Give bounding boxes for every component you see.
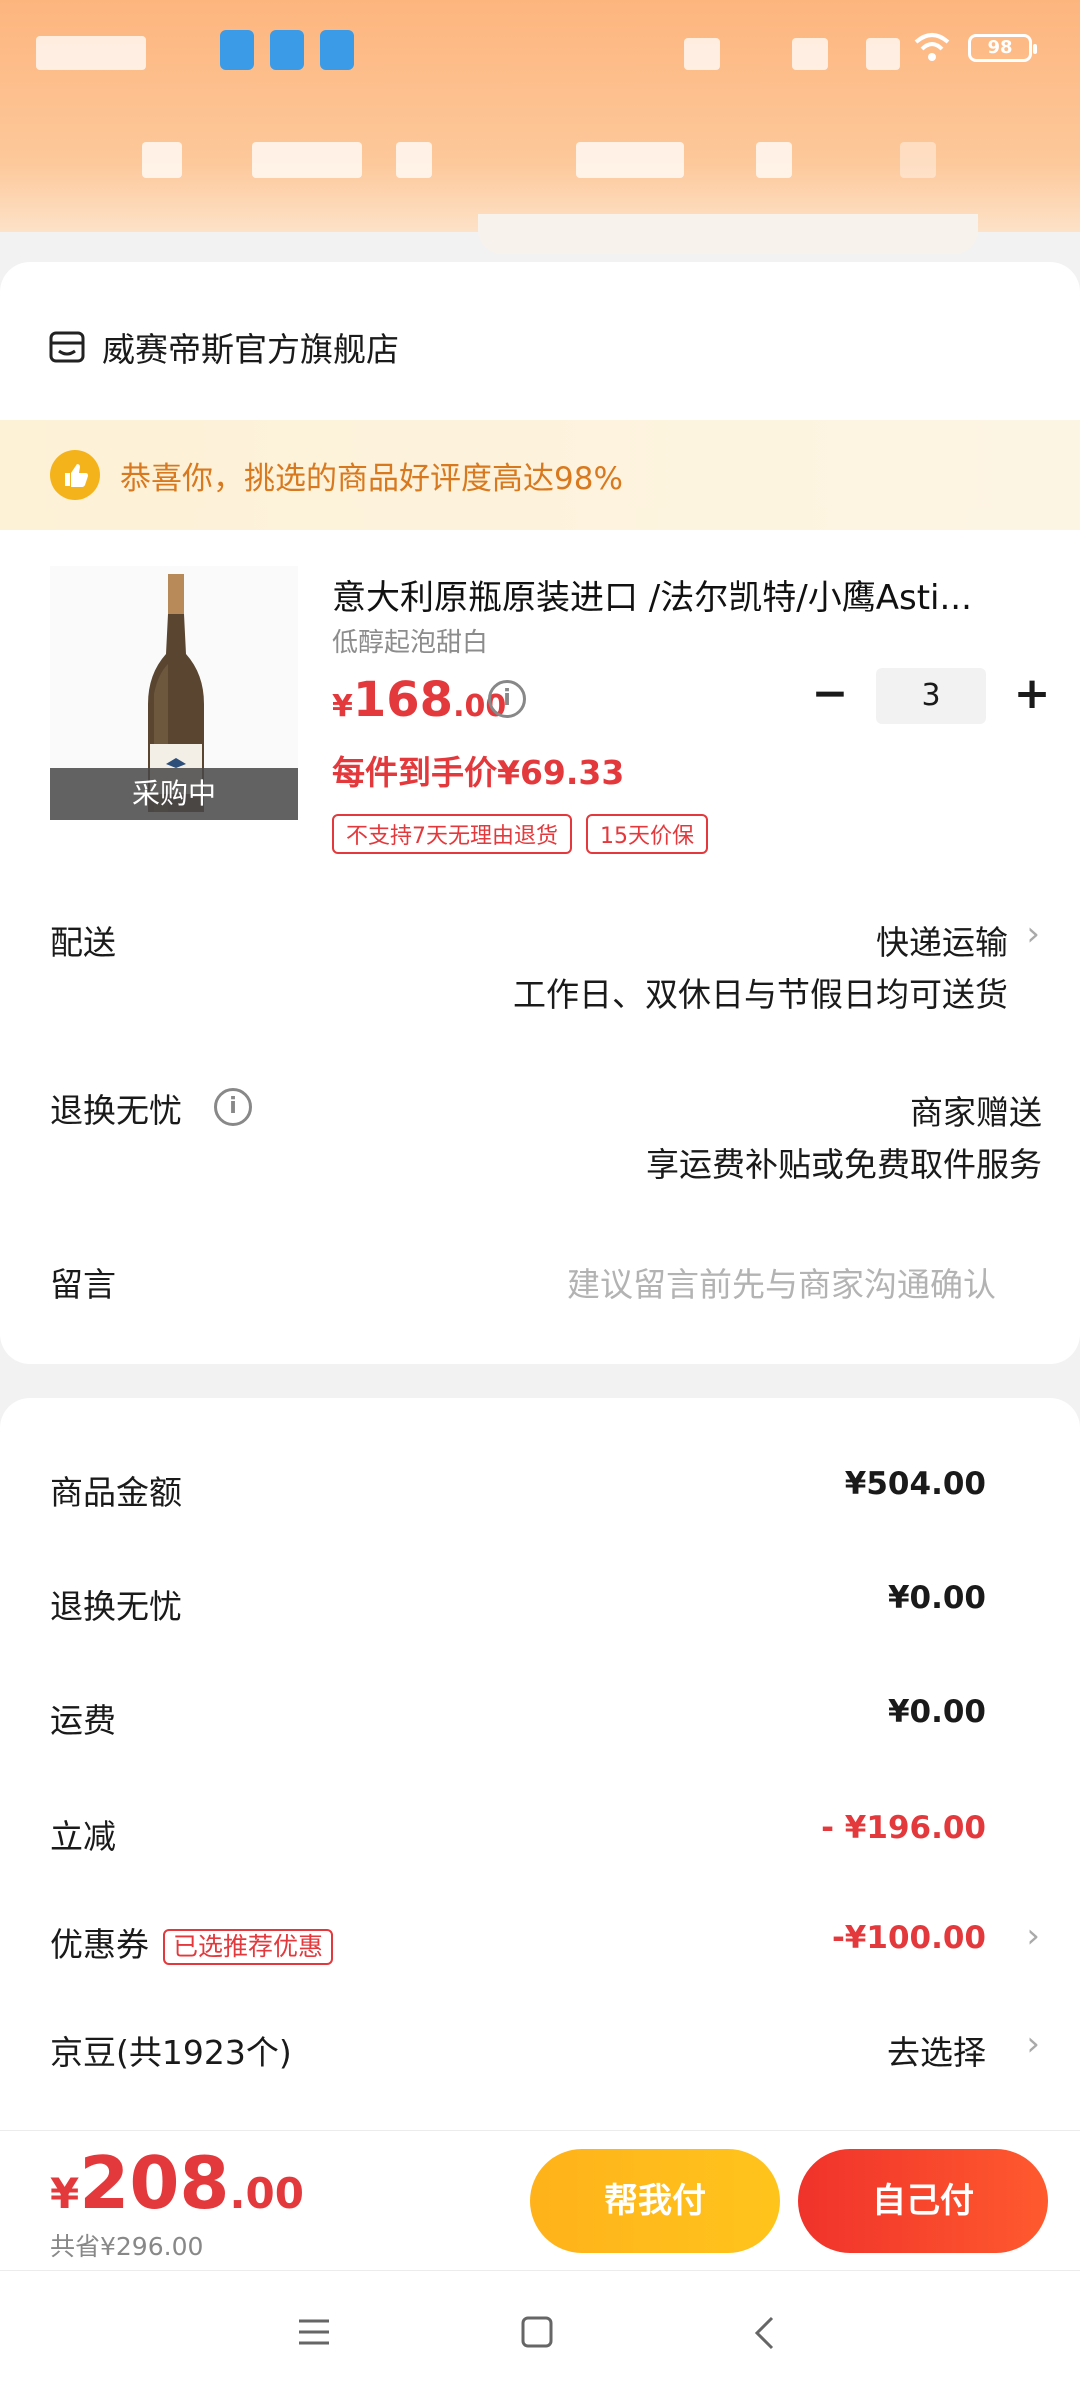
- product-image[interactable]: 采购中: [50, 566, 298, 820]
- shipping-label: 运费: [50, 1701, 116, 1740]
- store-row[interactable]: 威赛帝斯官方旗舰店: [48, 322, 399, 372]
- header-title-blur: [900, 142, 936, 178]
- message-label: 留言: [50, 1265, 116, 1304]
- rating-notice: 恭喜你，挑选的商品好评度高达98%: [0, 420, 1080, 530]
- system-nav-bar: [0, 2270, 1080, 2400]
- decrease-quantity-button[interactable]: −: [808, 672, 852, 718]
- price-protection-tag: 15天价保: [586, 814, 708, 854]
- discount-label: 立减: [50, 1817, 116, 1856]
- self-pay-button[interactable]: 自己付: [798, 2149, 1048, 2253]
- product-spec: 低醇起泡甜白: [332, 628, 489, 658]
- checkout-bar: ¥ 208 .00 共省¥296.00 帮我付 自己付: [0, 2130, 1080, 2270]
- back-icon[interactable]: [752, 2315, 776, 2351]
- header-title-blur: [576, 142, 684, 178]
- price-info-icon[interactable]: i: [488, 680, 526, 718]
- header-title-blur: [396, 142, 432, 178]
- delivery-method[interactable]: 快递运输: [876, 916, 1008, 964]
- return-fee-label: 退换无忧: [50, 1587, 182, 1626]
- header-title-blur: [756, 142, 792, 178]
- app-notification-icon: [220, 30, 254, 70]
- header-title-blur: [142, 142, 182, 178]
- price-currency: ¥: [332, 689, 353, 724]
- delivery-note: 工作日、双休日与节假日均可送货: [513, 975, 1008, 1014]
- status-bar: 98: [0, 0, 1080, 100]
- chevron-right-icon[interactable]: ›: [1026, 2024, 1040, 2064]
- store-icon: [49, 331, 85, 363]
- home-icon[interactable]: [520, 2315, 554, 2349]
- total-integer: 208: [79, 2141, 230, 2225]
- coupon-label: 优惠券: [50, 1925, 149, 1964]
- status-time-blur: [36, 36, 146, 70]
- shipping-value: ¥0.00: [887, 1694, 986, 1730]
- battery-indicator: 98: [968, 34, 1037, 62]
- jd-beans-select[interactable]: 去选择: [887, 2026, 986, 2074]
- jd-beans-label: 京豆(共1923个): [50, 2033, 292, 2072]
- return-info-icon[interactable]: i: [214, 1088, 252, 1126]
- status-signal-blur: [866, 38, 900, 70]
- product-tags: 不支持7天无理由退货 15天价保: [332, 814, 722, 854]
- return-service-value: 商家赠送: [910, 1093, 1042, 1132]
- return-service-label: 退换无忧: [50, 1091, 182, 1130]
- return-fee-value: ¥0.00: [887, 1580, 986, 1616]
- coupon-value[interactable]: -¥100.00: [832, 1920, 986, 1956]
- header-title-blur: [252, 142, 362, 178]
- total-decimal: .00: [229, 2169, 304, 2218]
- quantity-value[interactable]: 3: [876, 668, 986, 724]
- message-input[interactable]: 建议留言前先与商家沟通确认: [567, 1258, 996, 1306]
- app-notification-icon: [320, 30, 354, 70]
- thumb-up-icon: [50, 450, 100, 500]
- status-signal-blur: [792, 38, 828, 70]
- order-card: 威赛帝斯官方旗舰店 恭喜你，挑选的商品好评度高达98% 采购中 意大利原瓶原装进…: [0, 262, 1080, 1364]
- product-price: ¥ 168 .00: [332, 672, 506, 728]
- coupon-row[interactable]: 优惠券 已选推荐优惠: [50, 1918, 334, 1966]
- goods-amount-value: ¥504.00: [844, 1466, 986, 1502]
- total-price: ¥ 208 .00: [50, 2141, 304, 2225]
- notice-text: 恭喜你，挑选的商品好评度高达98%: [120, 460, 623, 497]
- menu-icon[interactable]: [296, 2315, 332, 2349]
- wifi-icon: [914, 33, 950, 61]
- status-signal-blur: [684, 38, 720, 70]
- price-integer: 168: [352, 672, 454, 728]
- price-summary-card: 商品金额 ¥504.00 退换无忧 ¥0.00 运费 ¥0.00 立减 - ¥1…: [0, 1398, 1080, 2130]
- delivery-label: 配送: [50, 923, 116, 962]
- quantity-stepper: − 3 +: [808, 668, 1054, 724]
- help-pay-button[interactable]: 帮我付: [530, 2149, 780, 2253]
- buying-status-label: 采购中: [50, 768, 298, 820]
- unit-price: 每件到手价¥69.33: [332, 753, 625, 792]
- discount-value: - ¥196.00: [821, 1810, 986, 1846]
- app-notification-icon: [270, 30, 304, 70]
- product-title[interactable]: 意大利原瓶原装进口 /法尔凯特/小鹰Asti...: [332, 570, 1032, 619]
- total-currency: ¥: [50, 2169, 80, 2218]
- store-name: 威赛帝斯官方旗舰店: [102, 330, 399, 369]
- chevron-right-icon[interactable]: ›: [1026, 914, 1040, 954]
- return-service-note: 享运费补贴或免费取件服务: [646, 1145, 1042, 1184]
- goods-amount-label: 商品金额: [50, 1473, 182, 1512]
- chevron-right-icon[interactable]: ›: [1026, 1916, 1040, 1956]
- increase-quantity-button[interactable]: +: [1010, 672, 1054, 718]
- header-tab-shape: [478, 214, 978, 254]
- no-return-tag: 不支持7天无理由退货: [332, 814, 572, 854]
- order-header: 98: [0, 0, 1080, 254]
- total-saved: 共省¥296.00: [50, 2232, 204, 2261]
- coupon-badge: 已选推荐优惠: [163, 1928, 334, 1965]
